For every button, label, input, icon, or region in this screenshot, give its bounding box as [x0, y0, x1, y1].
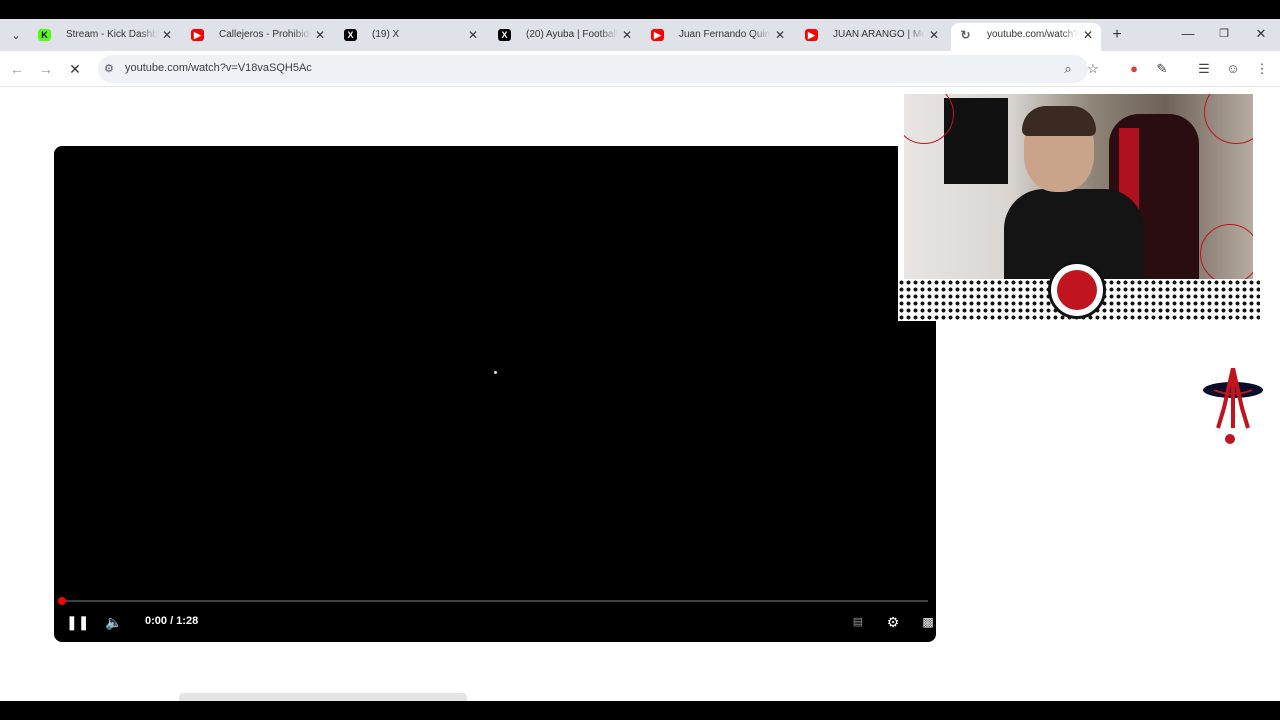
tab-x-ayuba[interactable]: X (20) Ayuba | Football N ✕ — [490, 23, 640, 51]
settings-gear-icon[interactable]: ⚙ — [883, 612, 903, 632]
tab-kick-dashboard[interactable]: K Stream - Kick Dashboard ✕ — [30, 23, 180, 51]
time-display: 0:00 / 1:28 — [145, 615, 199, 627]
media-controls-icon[interactable]: ☰ — [1196, 61, 1212, 77]
extensions-puzzle-icon[interactable]: ✎ — [1154, 61, 1170, 77]
screen: { "browser": { "tabs": [ {"title": "Stre… — [0, 0, 1280, 720]
x-icon: X — [498, 29, 511, 41]
tab-title: Callejeros - Prohibido — [219, 29, 311, 40]
address-bar[interactable]: ⚙ youtube.com/watch?v=V18vaSQH5Ac ⌕ — [98, 55, 1088, 83]
volume-icon[interactable]: 🔈 — [103, 612, 125, 632]
youtube-icon: ▶ — [805, 29, 818, 41]
taskbar-strip — [0, 701, 1280, 720]
pause-icon[interactable]: ❚❚ — [66, 612, 89, 632]
youtube-icon: ▶ — [191, 29, 204, 41]
stop-loading-button[interactable]: ✕ — [66, 60, 84, 78]
kick-icon: K — [38, 29, 51, 41]
zoom-icon[interactable]: ⌕ — [1060, 61, 1076, 77]
subtitles-icon[interactable]: ▤ — [848, 612, 868, 632]
streamer-hair — [1022, 106, 1096, 136]
tab-title: youtube.com/watch?v=V18vaSQH5Ac — [987, 29, 1079, 40]
web-decoration — [1200, 224, 1253, 279]
close-icon[interactable]: ✕ — [160, 23, 174, 47]
tab-search-chevron-icon[interactable]: ⌄ — [6, 26, 26, 46]
tab-title: (20) Ayuba | Football N — [526, 29, 618, 40]
browser-toolbar: ← → ✕ ⚙ youtube.com/watch?v=V18vaSQH5Ac … — [0, 51, 1280, 87]
extension-live-icon[interactable]: ● — [1126, 61, 1142, 77]
tab-active-youtube-watch[interactable]: ↻ youtube.com/watch?v=V18vaSQH5Ac ✕ — [951, 23, 1101, 51]
channel-logo-center — [1057, 270, 1097, 310]
progress-bar[interactable] — [62, 600, 928, 602]
loading-spinner — [494, 371, 497, 374]
close-icon[interactable]: ✕ — [927, 23, 941, 47]
web-decoration — [1204, 94, 1253, 144]
tab-title: JUAN ARANGO | Mejores — [833, 29, 925, 40]
close-icon[interactable]: ✕ — [313, 23, 327, 47]
tab-title: Stream - Kick Dashboard — [66, 29, 158, 40]
tab-strip: ⌄ K Stream - Kick Dashboard ✕ ▶ Callejer… — [0, 19, 1280, 51]
webcam-feed — [904, 94, 1253, 279]
scrubber-handle[interactable] — [58, 597, 66, 605]
site-info-icon[interactable]: ⚙ — [104, 62, 114, 75]
restore-button[interactable]: ❐ — [1214, 27, 1234, 41]
forward-button[interactable]: → — [37, 60, 55, 78]
bookmark-star-icon[interactable]: ☆ — [1085, 61, 1101, 77]
close-icon[interactable]: ✕ — [1081, 23, 1095, 47]
spider-logo-icon — [1203, 368, 1263, 444]
tab-title: Juan Fernando Quintero — [679, 29, 771, 40]
back-button[interactable]: ← — [8, 60, 26, 78]
url-text: youtube.com/watch?v=V18vaSQH5Ac — [125, 62, 312, 74]
tab-x-home[interactable]: X (19) X ✕ — [336, 23, 486, 51]
tab-quintero[interactable]: ▶ Juan Fernando Quintero ✕ — [643, 23, 793, 51]
channel-logo-badge — [1048, 261, 1106, 319]
tab-callejeros[interactable]: ▶ Callejeros - Prohibido ✕ — [183, 23, 333, 51]
close-icon[interactable]: ✕ — [466, 23, 480, 47]
video-player[interactable]: ❚❚ 🔈 0:00 / 1:28 ▤ ⚙ ▩ — [54, 146, 936, 642]
youtube-icon: ▶ — [651, 29, 664, 41]
tab-title: (19) X — [372, 29, 400, 40]
close-icon[interactable]: ✕ — [620, 23, 634, 47]
close-icon[interactable]: ✕ — [773, 23, 787, 47]
streamer-webcam-overlay — [898, 91, 1260, 321]
profile-avatar-icon[interactable]: ☺ — [1225, 61, 1241, 77]
window-close-button[interactable]: ✕ — [1251, 27, 1271, 41]
tab-arango[interactable]: ▶ JUAN ARANGO | Mejores ✕ — [797, 23, 947, 51]
minimize-button[interactable]: — — [1178, 27, 1198, 41]
new-tab-button[interactable]: + — [1108, 26, 1126, 44]
theater-mode-icon[interactable]: ▩ — [918, 612, 936, 632]
loading-icon: ↻ — [960, 28, 971, 42]
menu-kebab-icon[interactable]: ⋮ — [1254, 61, 1270, 77]
x-icon: X — [344, 29, 357, 41]
